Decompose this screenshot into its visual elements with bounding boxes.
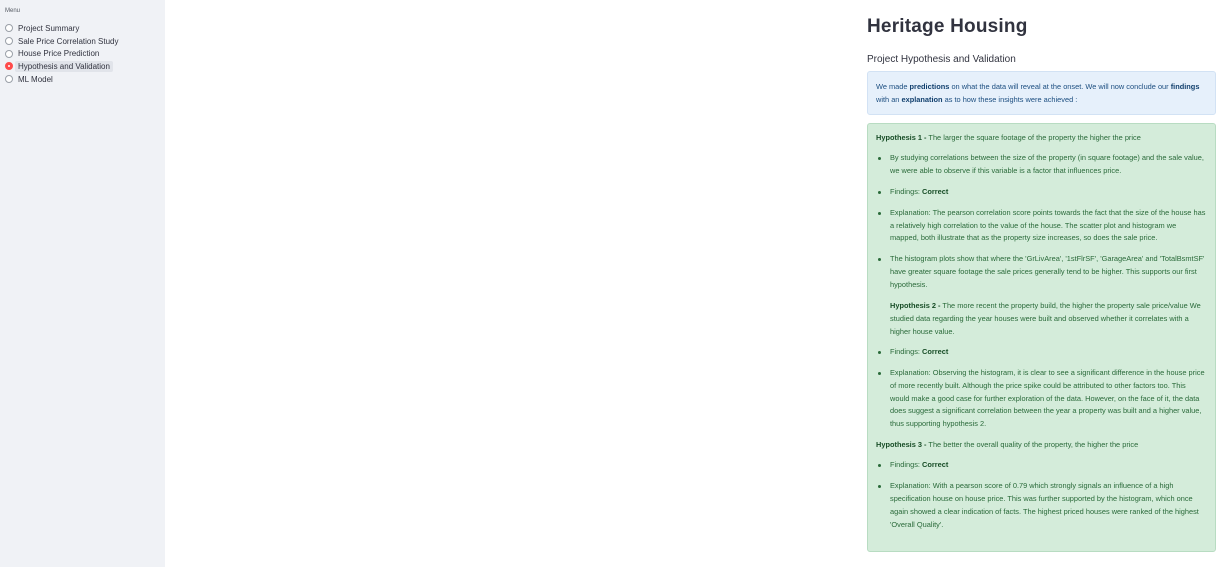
hypothesis-label: Hypothesis 1 - (876, 133, 927, 142)
page-subtitle: Project Hypothesis and Validation (867, 54, 1016, 65)
hypothesis-3-list: Findings: Correct Explanation: With a pe… (876, 459, 1207, 532)
list-item: Findings: Correct (878, 459, 1207, 472)
radio-icon[interactable] (5, 37, 13, 46)
findings-label: Findings: (890, 346, 923, 356)
menu-item-hypothesis-and-validation[interactable]: Hypothesis and Validation (5, 60, 122, 73)
menu-item-label: ML Model (18, 74, 53, 84)
hypothesis-text: The larger the square footage of the pro… (926, 133, 1141, 142)
radio-icon[interactable] (5, 49, 13, 58)
hypothesis-label: Hypothesis 3 - (876, 440, 927, 450)
list-item: Explanation: The pearson correlation sco… (878, 207, 1207, 246)
menu-item-label: Project Summary (18, 23, 80, 33)
hypothesis-1-heading: Hypothesis 1 - The larger the square foo… (876, 132, 1207, 145)
list-item: Explanation: Observing the histogram, it… (878, 367, 1207, 432)
hypothesis-text: The better the overall quality of the pr… (926, 440, 1139, 450)
menu-item-house-price-prediction[interactable]: House Price Prediction (5, 47, 122, 60)
findings-label: Findings: (890, 460, 923, 470)
list-item: Findings: Correct (878, 346, 1207, 359)
menu-label: Menu (5, 8, 21, 14)
list-item: Explanation: With a pearson score of 0.7… (878, 480, 1207, 532)
hypothesis-1-list: By studying correlations between the siz… (876, 152, 1207, 292)
menu-radio-group: Project Summary Sale Price Correlation S… (5, 22, 122, 85)
success-box: Hypothesis 1 - The larger the square foo… (867, 123, 1216, 552)
menu-item-project-summary[interactable]: Project Summary (5, 22, 122, 35)
hypothesis-3-heading: Hypothesis 3 - The better the overall qu… (876, 439, 1207, 452)
page-title: Heritage Housing (867, 16, 1028, 37)
menu-item-label: House Price Prediction (18, 49, 100, 59)
menu-item-label: Hypothesis and Validation (15, 60, 113, 72)
list-item: The histogram plots show that where the … (878, 253, 1207, 292)
hypothesis-2-heading: Hypothesis 2 - The more recent the prope… (890, 300, 1207, 339)
info-bold-text: predictions (909, 82, 950, 91)
info-box: We made predictions on what the data wil… (867, 71, 1216, 115)
info-text: with an (876, 95, 902, 104)
info-bold-text: explanation (901, 95, 943, 104)
info-bold-text: findings (1170, 82, 1200, 91)
menu-item-label: Sale Price Correlation Study (18, 36, 119, 46)
findings-value: Correct (922, 460, 949, 470)
info-text: on what the data will reveal at the onse… (949, 82, 1171, 91)
list-item: Findings: Correct (878, 186, 1207, 199)
hypothesis-label: Hypothesis 2 - (890, 301, 941, 311)
info-text: as to how these insights were achieved : (942, 95, 1078, 104)
radio-icon[interactable] (5, 24, 13, 33)
list-item: By studying correlations between the siz… (878, 152, 1207, 178)
sidebar: Menu Project Summary Sale Price Correlat… (0, 0, 165, 567)
radio-icon[interactable] (5, 75, 13, 84)
findings-label: Findings: (890, 186, 923, 196)
menu-item-sale-price-correlation-study[interactable]: Sale Price Correlation Study (5, 35, 122, 48)
info-text: We made (876, 82, 910, 91)
findings-value: Correct (922, 346, 949, 356)
menu-item-ml-model[interactable]: ML Model (5, 73, 122, 86)
radio-selected-icon[interactable] (5, 62, 13, 71)
hypothesis-2-list: Findings: Correct Explanation: Observing… (876, 346, 1207, 431)
findings-value: Correct (922, 186, 949, 196)
